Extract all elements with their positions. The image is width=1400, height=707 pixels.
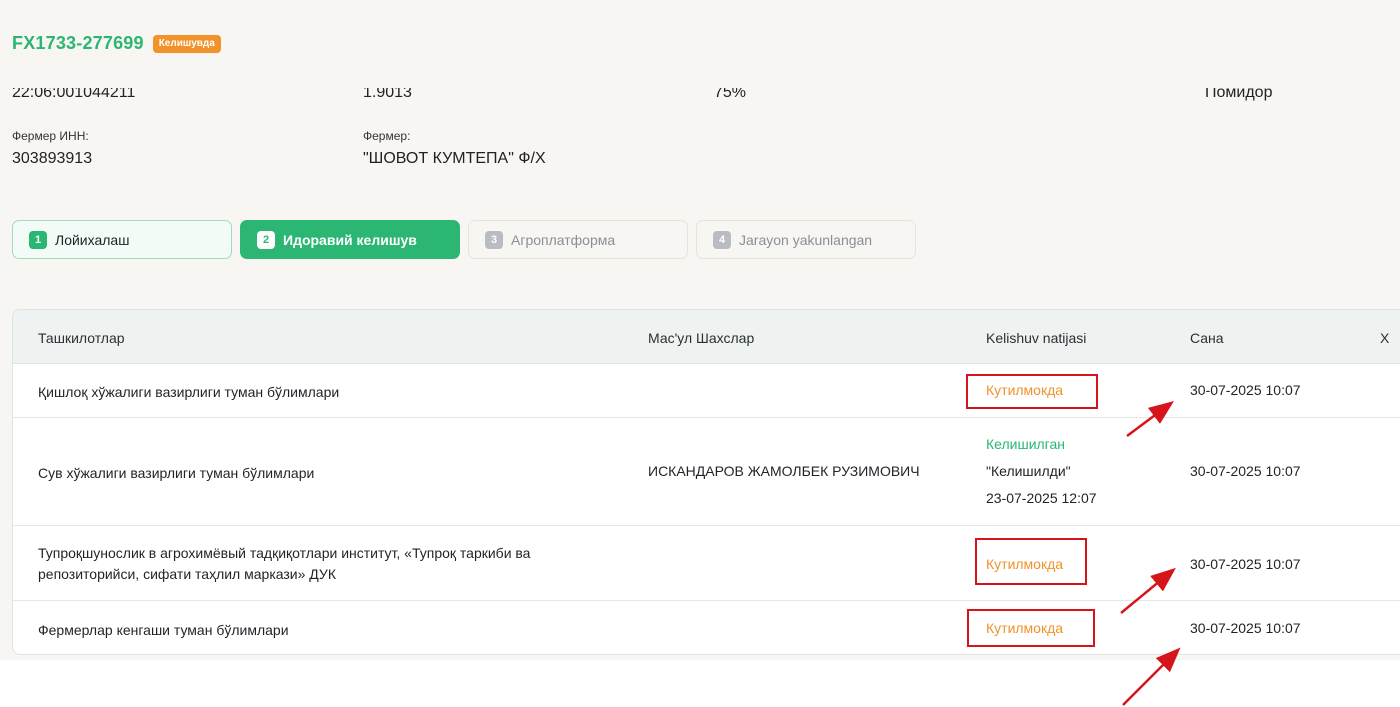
highlight-box (966, 374, 1098, 409)
column-extra: Х (1380, 330, 1390, 346)
page-header: FX1733-277699 Келишувда (12, 33, 221, 54)
organization-name: Фермерлар кенгаши туман бўлимлари (38, 622, 289, 638)
info-cadastral-value: 22:06:001044211 (12, 88, 136, 101)
column-date: Сана (1190, 330, 1224, 346)
farmer-value: "ШОВОТ КУМТЕПА" Ф/Х (363, 150, 546, 167)
status-badge: Келишувда (152, 34, 221, 53)
highlight-box (967, 609, 1095, 647)
result-status: Келишилган (986, 436, 1066, 452)
farmer-inn-label: Фермер ИНН: (12, 129, 89, 143)
step-agroplatform[interactable]: 3 Агроплатформа (468, 220, 688, 259)
row-date: 30-07-2025 10:07 (1190, 382, 1301, 398)
step-label: Идоравий келишув (283, 231, 417, 248)
table-row: Тупроқшунослик в агрохимёвый тадқиқотлар… (13, 526, 1400, 601)
table-row: Қишлоқ хўжалиги вазирлиги туман бўлимлар… (13, 364, 1400, 418)
result-comment: "Келишилди" (986, 463, 1071, 479)
organization-name: Тупроқшунослик в агрохимёвый тадқиқотлар… (38, 545, 531, 582)
farmer-label: Фермер: (363, 129, 411, 143)
row-date: 30-07-2025 10:07 (1190, 620, 1301, 636)
step-number: 1 (29, 230, 47, 249)
step-number: 3 (485, 230, 503, 249)
info-crop-value: Помидор (1205, 88, 1273, 101)
info-area-value: 1.9013 (363, 88, 412, 101)
process-steps: 1 Лойихалаш 2 Идоравий келишув 3 Агропла… (12, 220, 916, 259)
table-header: Ташкилотлар Мас'ул Шахслар Kelishuv nati… (13, 310, 1400, 364)
agreements-table: Ташкилотлар Мас'ул Шахслар Kelishuv nati… (12, 309, 1400, 655)
column-result: Kelishuv natijasi (986, 330, 1087, 346)
step-label: Jarayon yakunlangan (739, 231, 873, 248)
column-responsible: Мас'ул Шахслар (648, 330, 755, 346)
application-id: FX1733-277699 (12, 33, 144, 53)
farmer-inn-value: 303893913 (12, 150, 93, 167)
result-date: 23-07-2025 12:07 (986, 490, 1097, 506)
step-label: Агроплатформа (511, 231, 616, 248)
organization-name: Сув хўжалиги вазирлиги туман бўлимлари (38, 465, 315, 481)
row-date: 30-07-2025 10:07 (1190, 463, 1301, 479)
step-number: 2 (257, 230, 275, 249)
organization-name: Қишлоқ хўжалиги вазирлиги туман бўлимлар… (38, 384, 340, 400)
row-date: 30-07-2025 10:07 (1190, 556, 1301, 572)
step-label: Лойихалаш (55, 231, 130, 248)
info-percent-value: 75% (714, 88, 747, 101)
column-organizations: Ташкилотлар (38, 330, 125, 346)
step-number: 4 (713, 230, 731, 249)
table-row: Фермерлар кенгаши туман бўлимлари Кутилм… (13, 601, 1400, 654)
step-design[interactable]: 1 Лойихалаш (12, 220, 232, 259)
step-completed[interactable]: 4 Jarayon yakunlangan (696, 220, 916, 259)
responsible-person: ИСКАНДАРОВ ЖАМОЛБЕК РУЗИМОВИЧ (648, 463, 920, 479)
table-row: Сув хўжалиги вазирлиги туман бўлимлари И… (13, 418, 1400, 526)
highlight-box (975, 538, 1087, 585)
step-agency-agreement[interactable]: 2 Идоравий келишув (240, 220, 460, 259)
